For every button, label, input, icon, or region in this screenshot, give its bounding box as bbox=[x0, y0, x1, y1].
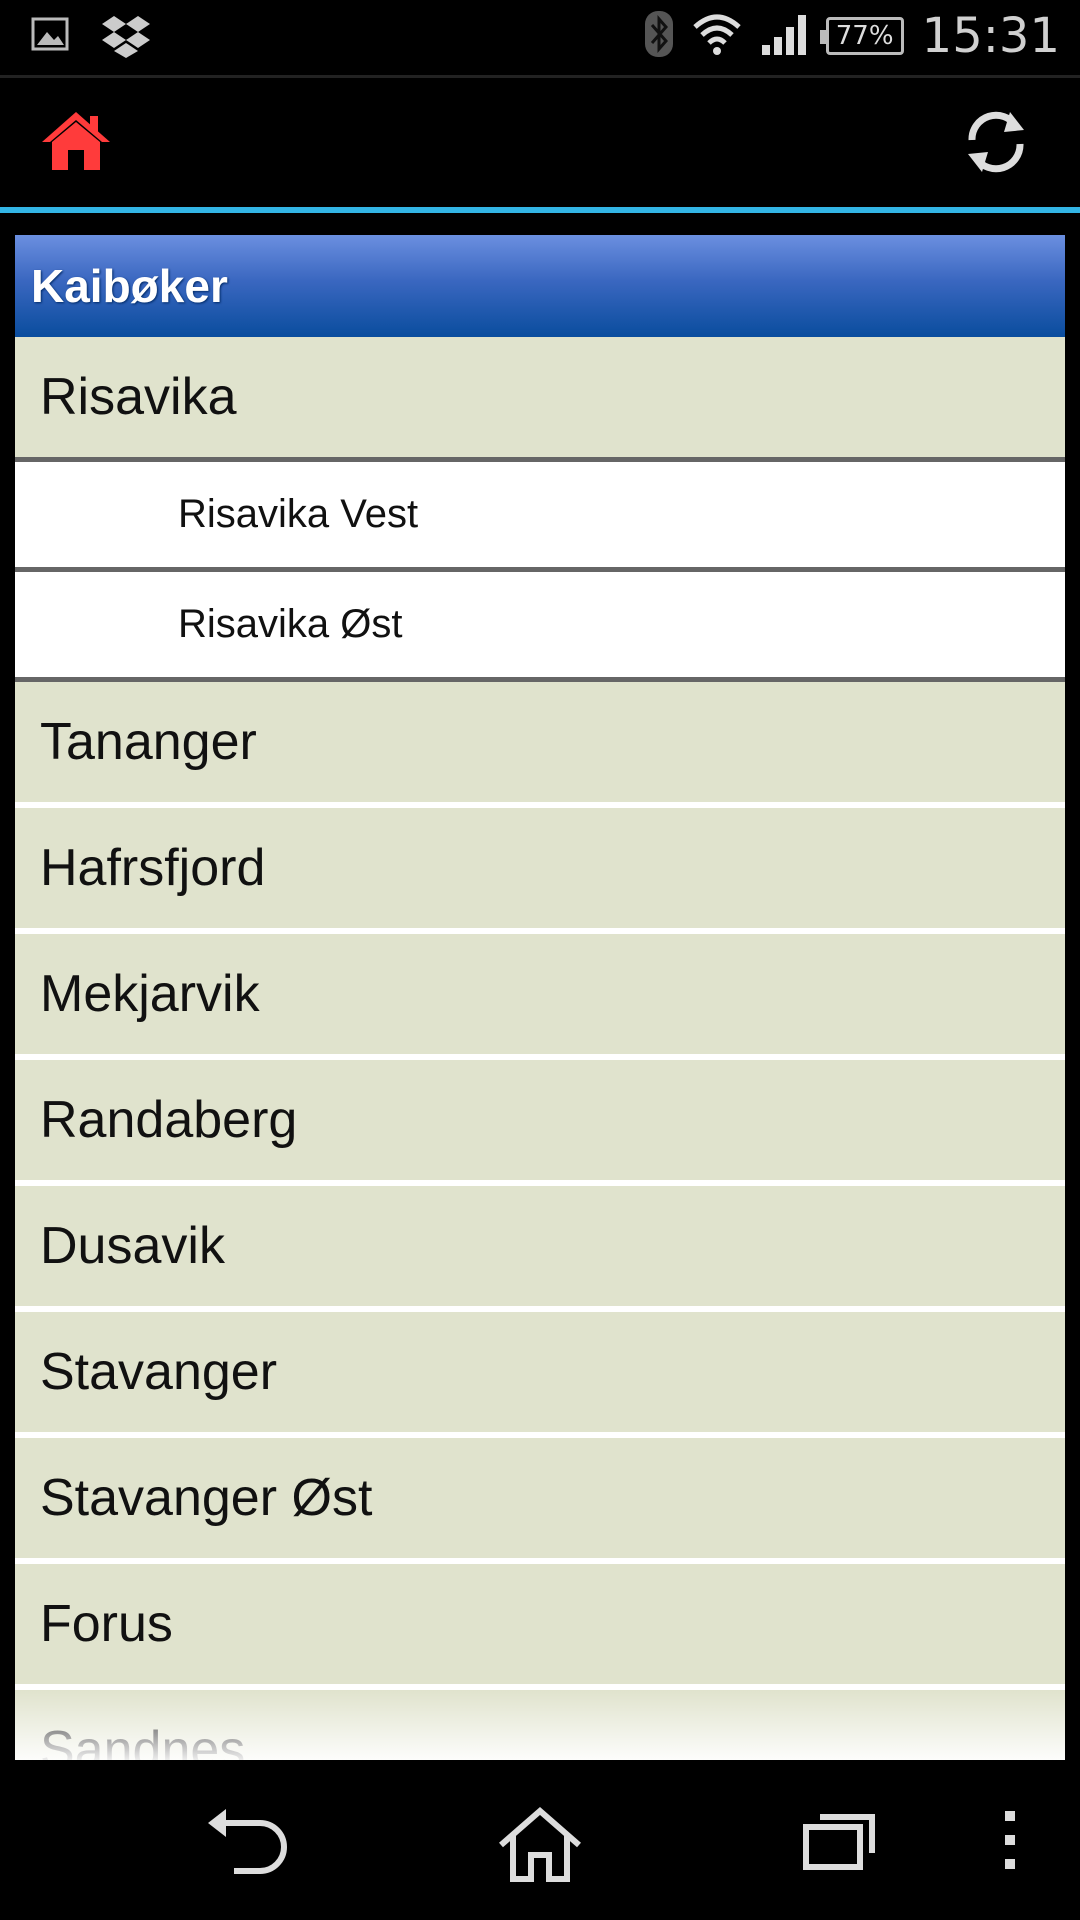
group-label: Tananger bbox=[40, 713, 257, 771]
list-group-risavika[interactable]: Risavika bbox=[15, 337, 1065, 462]
signal-icon bbox=[760, 11, 808, 61]
content-area: Kaibøker Risavika Risavika Vest Risavika… bbox=[0, 213, 1080, 1760]
group-label: Randaberg bbox=[40, 1091, 298, 1149]
list-group-stavanger[interactable]: Stavanger bbox=[15, 1312, 1065, 1438]
child-label: Risavika Vest bbox=[178, 492, 419, 536]
list-group-sandnes[interactable]: Sandnes bbox=[15, 1690, 1065, 1760]
group-label: Risavika bbox=[40, 368, 237, 426]
list-group-randaberg[interactable]: Randaberg bbox=[15, 1060, 1065, 1186]
list-child-risavika-vest[interactable]: Risavika Vest bbox=[15, 462, 1065, 572]
group-label: Sandnes bbox=[40, 1721, 246, 1760]
list-group-forus[interactable]: Forus bbox=[15, 1564, 1065, 1690]
group-label: Stavanger Øst bbox=[40, 1469, 373, 1527]
recent-apps-button[interactable] bbox=[800, 1805, 890, 1885]
wifi-icon bbox=[692, 11, 742, 61]
expandable-list[interactable]: Kaibøker Risavika Risavika Vest Risavika… bbox=[15, 235, 1065, 1760]
dropbox-icon bbox=[100, 14, 152, 62]
group-label: Hafrsfjord bbox=[40, 839, 266, 897]
recent-apps-icon bbox=[803, 1814, 875, 1870]
group-label: Mekjarvik bbox=[40, 965, 260, 1023]
gallery-icon bbox=[30, 14, 70, 62]
navigation-bar bbox=[0, 1760, 1080, 1920]
group-label: Forus bbox=[40, 1595, 173, 1653]
list-group-mekjarvik[interactable]: Mekjarvik bbox=[15, 934, 1065, 1060]
group-label: Stavanger bbox=[40, 1343, 278, 1401]
group-label: Dusavik bbox=[40, 1217, 225, 1275]
list-child-risavika-ost[interactable]: Risavika Øst bbox=[15, 572, 1065, 682]
refresh-icon bbox=[968, 111, 1024, 173]
list-group-stavanger-ost[interactable]: Stavanger Øst bbox=[15, 1438, 1065, 1564]
battery-level: 77% bbox=[835, 21, 894, 51]
overflow-menu-icon bbox=[1005, 1811, 1015, 1869]
status-time: 15:31 bbox=[921, 8, 1060, 64]
status-bar: 77% 15:31 bbox=[0, 0, 1080, 78]
bluetooth-icon bbox=[644, 9, 674, 63]
refresh-button[interactable] bbox=[960, 106, 1040, 186]
child-label: Risavika Øst bbox=[178, 602, 403, 646]
list-group-tananger[interactable]: Tananger bbox=[15, 682, 1065, 808]
back-icon bbox=[208, 1809, 287, 1874]
action-bar bbox=[0, 78, 1080, 213]
battery-icon: 77% bbox=[819, 17, 904, 55]
home-icon bbox=[42, 112, 110, 170]
nav-home-button[interactable] bbox=[495, 1805, 585, 1885]
home-button[interactable] bbox=[40, 108, 130, 188]
overflow-menu-button[interactable] bbox=[1000, 1805, 1040, 1885]
home-icon bbox=[499, 1807, 581, 1882]
list-group-dusavik[interactable]: Dusavik bbox=[15, 1186, 1065, 1312]
back-button[interactable] bbox=[200, 1805, 290, 1885]
list-header: Kaibøker bbox=[15, 235, 1065, 337]
list-group-hafrsfjord[interactable]: Hafrsfjord bbox=[15, 808, 1065, 934]
